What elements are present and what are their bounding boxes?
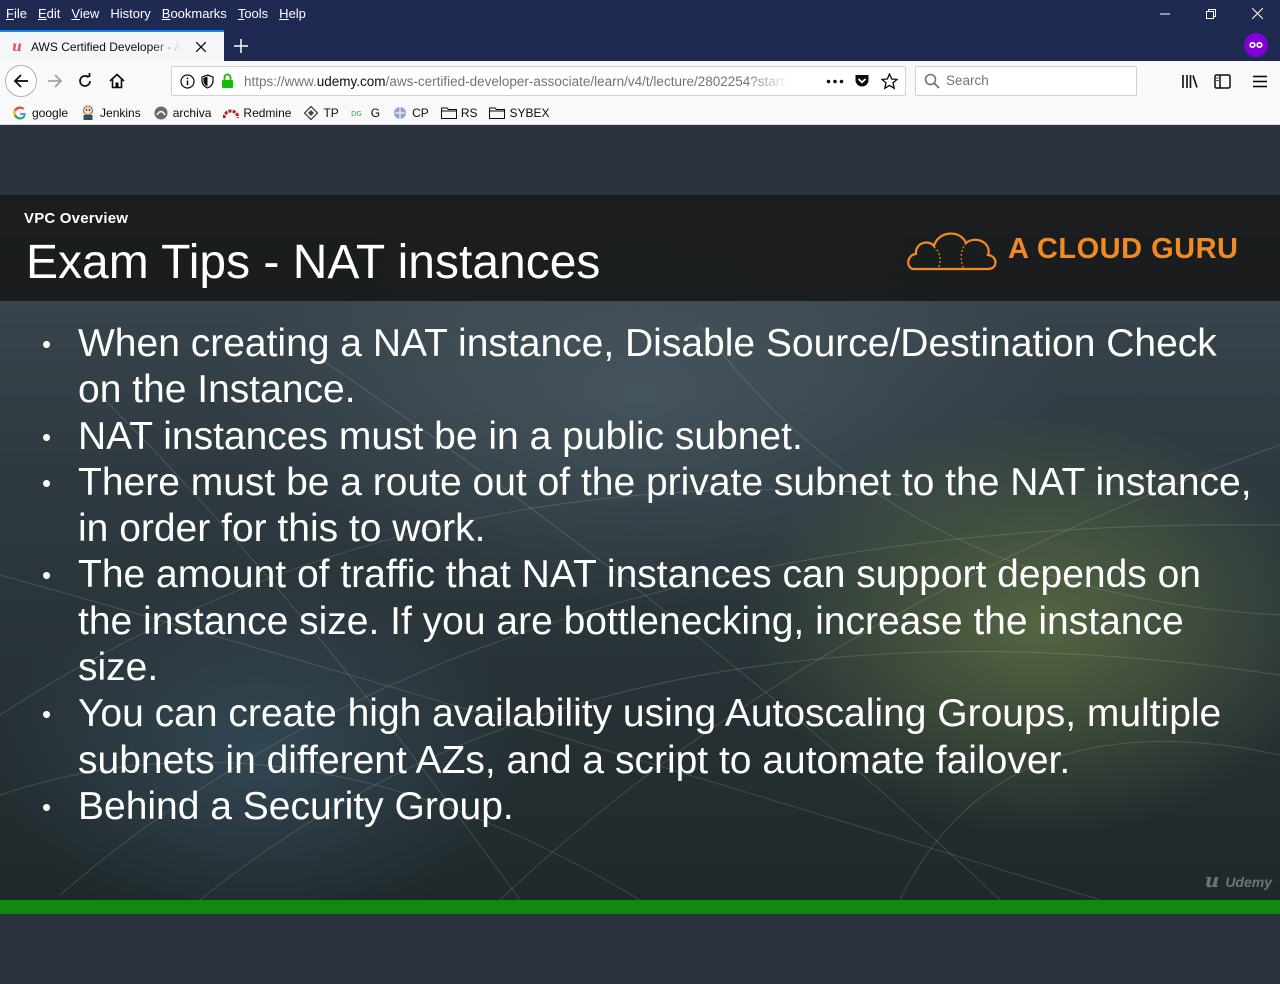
bullet-item: When creating a NAT instance, Disable So… [40,321,1260,414]
bookmark-label: RS [460,105,478,120]
bookmark-label: google [32,105,69,120]
bookmark-cp[interactable]: CP [392,105,429,121]
bookmark-google[interactable]: google [12,105,68,121]
folder-icon [440,105,457,121]
lock-icon[interactable] [221,73,234,89]
jenkins-icon [80,105,96,121]
window-controls [1142,0,1280,27]
bookmark-g[interactable]: DG G [351,105,380,121]
tab-title: AWS Certified Developer - Associate [31,39,181,54]
plus-icon [234,39,248,53]
menu-file[interactable]: File [6,6,27,21]
menu-tools[interactable]: Tools [238,6,268,21]
home-button[interactable] [102,66,132,96]
redmine-icon [223,105,240,121]
search-bar[interactable] [915,66,1137,96]
udemy-watermark: u Udemy [1204,868,1272,892]
reload-icon [79,73,91,87]
url-text[interactable]: https://www.udemy.com/aws-certified-deve… [244,74,789,89]
close-window-button[interactable] [1234,0,1280,27]
bookmark-tp[interactable]: TP [303,105,339,121]
library-button[interactable] [1175,66,1205,96]
bookmark-label: Redmine [243,105,292,120]
bookmark-redmine[interactable]: Redmine [223,105,291,121]
bookmark-label: TP [323,105,339,120]
close-icon [196,41,206,52]
pocket-icon[interactable] [854,73,870,89]
url-bar[interactable]: https://www.udemy.com/aws-certified-deve… [171,66,906,96]
logo-text: A CLOUD GURU [1008,233,1239,265]
forward-arrow-icon [48,74,63,88]
menu-button[interactable] [1245,66,1275,96]
menu-history[interactable]: History [110,6,150,21]
slide-title: Exam Tips - NAT instances [26,236,601,289]
navigation-toolbar: https://www.udemy.com/aws-certified-deve… [0,61,1280,101]
search-input[interactable] [946,73,1126,88]
info-icon[interactable] [180,74,195,89]
menu-help[interactable]: Help [279,6,306,21]
tab-active[interactable]: u AWS Certified Developer - Associate [0,30,224,61]
tracking-shield-icon[interactable] [201,74,214,89]
bookmark-folder-rs[interactable]: RS [440,105,478,121]
bullet-item: There must be a route out of the private… [40,460,1260,553]
bookmark-jenkins[interactable]: Jenkins [80,105,141,121]
tab-close-button[interactable] [193,39,209,55]
close-icon [1251,8,1263,19]
reload-button[interactable] [70,66,100,96]
udemy-icon: u [11,38,23,55]
bullet-item: The amount of traffic that NAT instances… [40,552,1260,691]
video-player-area[interactable]: VPC Overview Exam Tips - NAT instances A… [0,125,1280,984]
tab-strip: u AWS Certified Developer - Associate [0,27,1280,61]
bookmark-label: archiva [172,105,212,120]
restore-button[interactable] [1188,0,1234,27]
bookmark-label: CP [412,105,429,120]
slide-section-label: VPC Overview [24,210,129,227]
google-icon [12,105,28,121]
bookmark-label: SYBEX [509,105,550,120]
minimize-icon [1160,13,1170,14]
a-cloud-guru-logo: A CLOUD GURU [904,221,1244,277]
archiva-icon [153,105,169,121]
tp-icon [303,105,319,121]
minimize-button[interactable] [1142,0,1188,27]
bookmark-label: Jenkins [100,105,141,120]
slide-header: VPC Overview Exam Tips - NAT instances A… [0,195,1280,301]
bookmarks-toolbar: google Jenkins archiva Redmine TP DG G C… [0,101,1280,125]
video-progress-bar[interactable] [0,900,1280,914]
restore-icon [1206,8,1216,19]
home-icon [109,73,125,89]
back-button[interactable] [5,65,37,97]
bullet-item: You can create high availability using A… [40,691,1260,784]
lecture-slide: VPC Overview Exam Tips - NAT instances A… [0,195,1280,900]
hamburger-menu-icon [1253,75,1267,87]
bookmark-folder-sybex[interactable]: SYBEX [489,105,550,121]
menu-view[interactable]: View [71,6,99,21]
menu-edit[interactable]: Edit [38,6,60,21]
g-icon: DG [351,105,367,121]
library-icon [1182,75,1198,88]
bookmark-archiva[interactable]: archiva [153,105,212,121]
folder-icon [489,105,506,121]
new-tab-button[interactable] [228,33,254,59]
cp-icon [392,105,408,121]
menu-bookmarks[interactable]: Bookmarks [162,6,227,21]
bullet-item: Behind a Security Group. [40,784,1260,831]
menu-items: File Edit View History Bookmarks Tools H… [0,0,317,27]
sidebar-icon [1213,73,1231,89]
sidebar-toggle-button[interactable] [1207,66,1237,96]
svg-text:DG: DG [351,110,362,118]
page-actions-icon[interactable] [826,79,844,84]
cloud-logo-icon [907,232,997,271]
bookmark-star-icon[interactable] [881,73,898,90]
private-browsing-icon [1244,33,1268,57]
bookmark-label: G [370,105,381,120]
bullet-list: When creating a NAT instance, Disable So… [40,321,1260,831]
bullet-item: NAT instances must be in a public subnet… [40,414,1260,461]
forward-button[interactable] [40,66,70,96]
search-icon [924,73,940,89]
menu-bar: File Edit View History Bookmarks Tools H… [0,0,1280,27]
back-arrow-icon [13,74,28,88]
